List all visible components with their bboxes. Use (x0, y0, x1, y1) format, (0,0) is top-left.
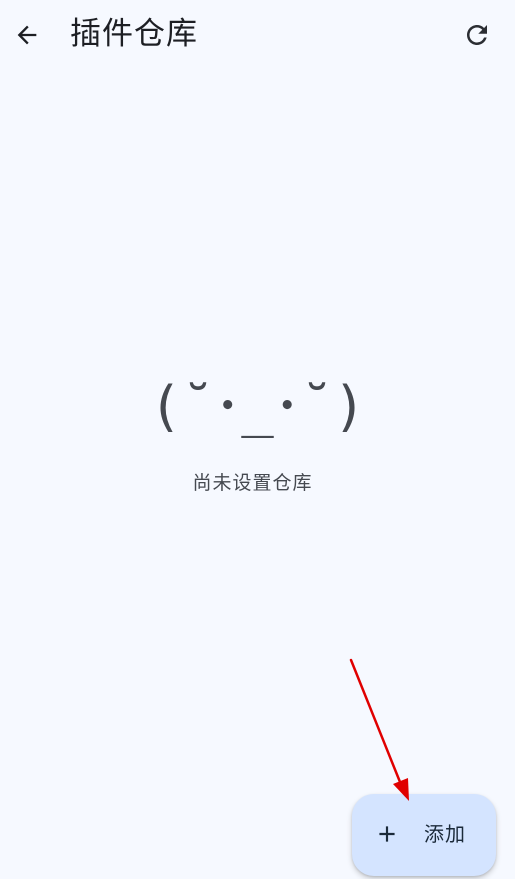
top-app-bar: 插件仓库 (0, 0, 515, 70)
page-title: 插件仓库 (70, 16, 198, 52)
back-button[interactable] (5, 13, 49, 57)
refresh-button[interactable] (455, 13, 499, 57)
empty-state-message: 尚未设置仓库 (192, 472, 313, 494)
plus-icon (379, 826, 395, 842)
refresh-icon (467, 25, 487, 45)
arrow-back-icon (17, 25, 37, 45)
add-button-label: 添加 (424, 822, 466, 846)
plugin-repository-screen: 插件仓库 (˘･_･˘) 尚未设置仓库 添加 (0, 0, 515, 879)
empty-state-emoticon: (˘･_･˘) (149, 375, 366, 438)
add-repository-fab[interactable]: 添加 (352, 794, 496, 876)
annotation-arrow (349, 658, 409, 801)
